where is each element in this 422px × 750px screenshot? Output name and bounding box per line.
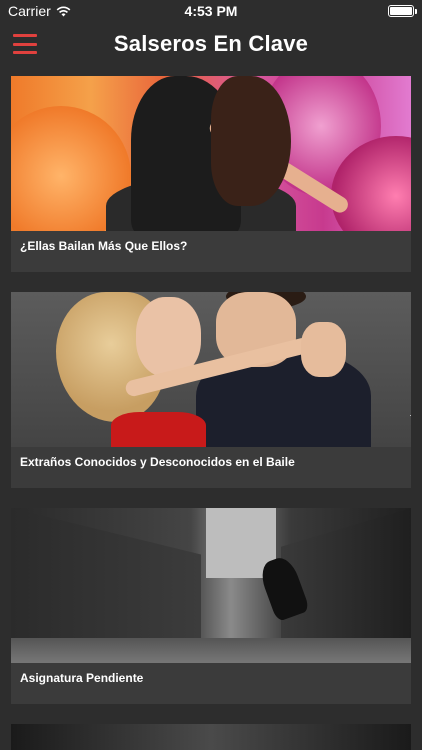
status-left: Carrier	[8, 3, 71, 19]
carrier-label: Carrier	[8, 3, 51, 19]
hamburger-icon-bar	[13, 34, 37, 37]
status-bar: Carrier 4:53 PM	[0, 0, 422, 22]
article-image[interactable]: ography	[11, 292, 411, 447]
article-feed[interactable]: ¿Ellas Bailan Más Que Ellos? ography Ext…	[11, 76, 411, 750]
hamburger-icon-bar	[13, 42, 37, 46]
image-watermark: ography	[409, 407, 411, 440]
article-card[interactable]	[11, 724, 411, 750]
article-card[interactable]: Asignatura Pendiente	[11, 508, 411, 704]
article-image[interactable]	[11, 76, 411, 231]
article-card[interactable]: ography Extraños Conocidos y Desconocido…	[11, 292, 411, 488]
article-image[interactable]	[11, 724, 411, 750]
article-title[interactable]: Extraños Conocidos y Desconocidos en el …	[11, 447, 411, 488]
page-title: Salseros En Clave	[113, 31, 309, 56]
article-title[interactable]: ¿Ellas Bailan Más Que Ellos?	[11, 231, 411, 272]
nav-bar: Salseros En Clave	[0, 22, 422, 66]
battery-icon	[388, 5, 417, 17]
article-image[interactable]	[11, 508, 411, 663]
article-title[interactable]: Asignatura Pendiente	[11, 663, 411, 704]
hamburger-icon-bar	[13, 51, 37, 54]
menu-button[interactable]	[13, 34, 37, 54]
wifi-icon	[56, 6, 71, 16]
article-card[interactable]: ¿Ellas Bailan Más Que Ellos?	[11, 76, 411, 272]
